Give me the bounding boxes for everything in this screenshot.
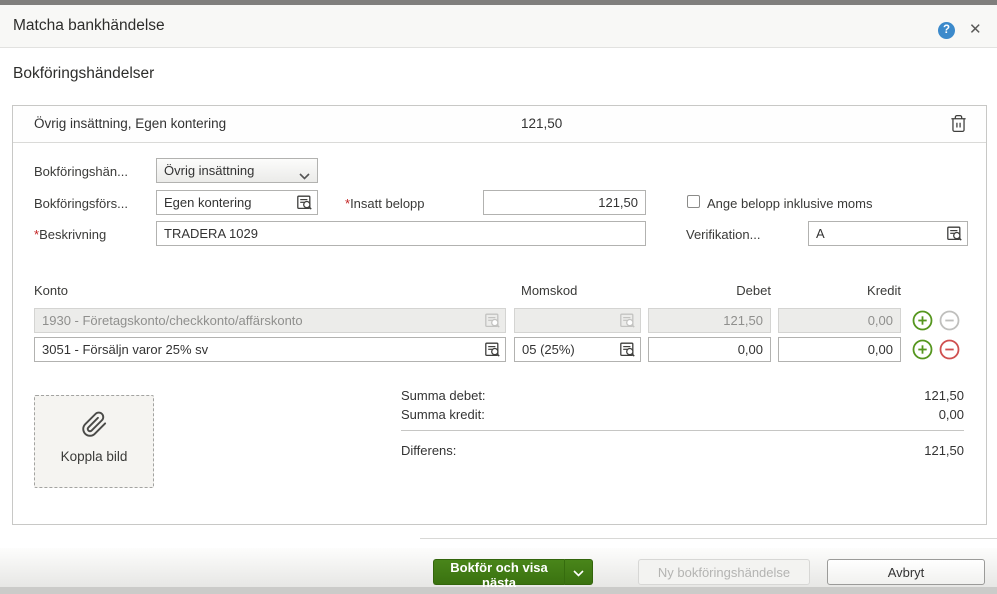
new-bookkeeping-entry-button: Ny bokföringshändelse (638, 559, 810, 585)
chevron-down-icon (573, 570, 584, 577)
description-input[interactable] (156, 221, 646, 246)
posting-template-label: Bokföringsförs... (34, 196, 128, 211)
sum-credit-label: Summa kredit: (401, 407, 485, 422)
credit-input (778, 308, 901, 333)
difference-label: Differens: (401, 443, 456, 458)
post-options-dropdown-button[interactable] (564, 559, 593, 585)
dialog-title: Matcha bankhändelse (13, 17, 165, 35)
paperclip-icon (81, 411, 108, 438)
verification-series-label: Verifikation... (686, 227, 760, 242)
deposit-amount-input[interactable] (483, 190, 646, 215)
delete-entry-icon[interactable] (949, 114, 968, 133)
post-and-show-next-button[interactable]: Bokför och visa nästa (433, 559, 564, 585)
footer-divider (420, 538, 997, 539)
cancel-button[interactable]: Avbryt (827, 559, 985, 585)
column-header-kredit: Kredit (766, 283, 901, 298)
help-icon[interactable]: ? (938, 22, 955, 39)
add-row-icon[interactable] (912, 339, 933, 360)
remove-row-icon (939, 310, 960, 331)
vat-inclusive-checkbox[interactable] (687, 195, 700, 208)
entry-header-row: Övrig insättning, Egen kontering 121,50 (13, 106, 986, 143)
debit-input (648, 308, 771, 333)
account-lookup-icon (484, 312, 501, 329)
summary-divider (401, 430, 964, 431)
account-input[interactable] (34, 337, 506, 362)
debit-input[interactable] (648, 337, 771, 362)
difference-value: 121,50 (924, 443, 964, 458)
dialog-footer: Bokför och visa nästa Ny bokföringshände… (0, 548, 997, 587)
vat-inclusive-label: Ange belopp inklusive moms (707, 196, 872, 211)
close-icon[interactable]: ✕ (969, 20, 982, 38)
account-lookup-icon[interactable] (484, 341, 501, 358)
attach-image-label: Koppla bild (35, 449, 153, 464)
entry-type-selected-value: Övrig insättning (164, 163, 254, 178)
verification-series-lookup-icon[interactable] (946, 225, 963, 242)
posting-template-input[interactable] (156, 190, 318, 215)
entry-header-label: Övrig insättning, Egen kontering (34, 116, 226, 131)
vat-code-lookup-icon[interactable] (619, 341, 636, 358)
sum-debit-value: 121,50 (924, 388, 964, 403)
remove-row-icon[interactable] (939, 339, 960, 360)
vat-code-lookup-icon (619, 312, 636, 329)
deposit-amount-label: *Insatt belopp (345, 196, 425, 211)
attach-image-button[interactable]: Koppla bild (34, 395, 154, 488)
column-header-momskod: Momskod (521, 283, 577, 298)
add-row-icon[interactable] (912, 310, 933, 331)
entry-header-amount: 121,50 (521, 116, 562, 131)
sum-debit-label: Summa debet: (401, 388, 486, 403)
posting-template-lookup-icon[interactable] (296, 194, 313, 211)
page-title: Bokföringshändelser (13, 65, 154, 83)
credit-input[interactable] (778, 337, 901, 362)
column-header-konto: Konto (34, 283, 68, 298)
chevron-down-icon (299, 168, 310, 183)
description-label: *Beskrivning (34, 227, 106, 242)
match-bank-transaction-dialog: Matcha bankhändelse ? ✕ Bokföringshändel… (0, 0, 997, 594)
entry-type-dropdown[interactable]: Övrig insättning (156, 158, 318, 183)
entry-type-label: Bokföringshän... (34, 164, 128, 179)
verification-series-input[interactable] (808, 221, 968, 246)
dialog-titlebar: Matcha bankhändelse ? ✕ (0, 5, 997, 48)
account-input (34, 308, 506, 333)
sum-credit-value: 0,00 (939, 407, 964, 422)
bookkeeping-entry-card: Övrig insättning, Egen kontering 121,50 … (12, 105, 987, 525)
column-header-debet: Debet (651, 283, 771, 298)
page-background-edge (0, 587, 997, 594)
